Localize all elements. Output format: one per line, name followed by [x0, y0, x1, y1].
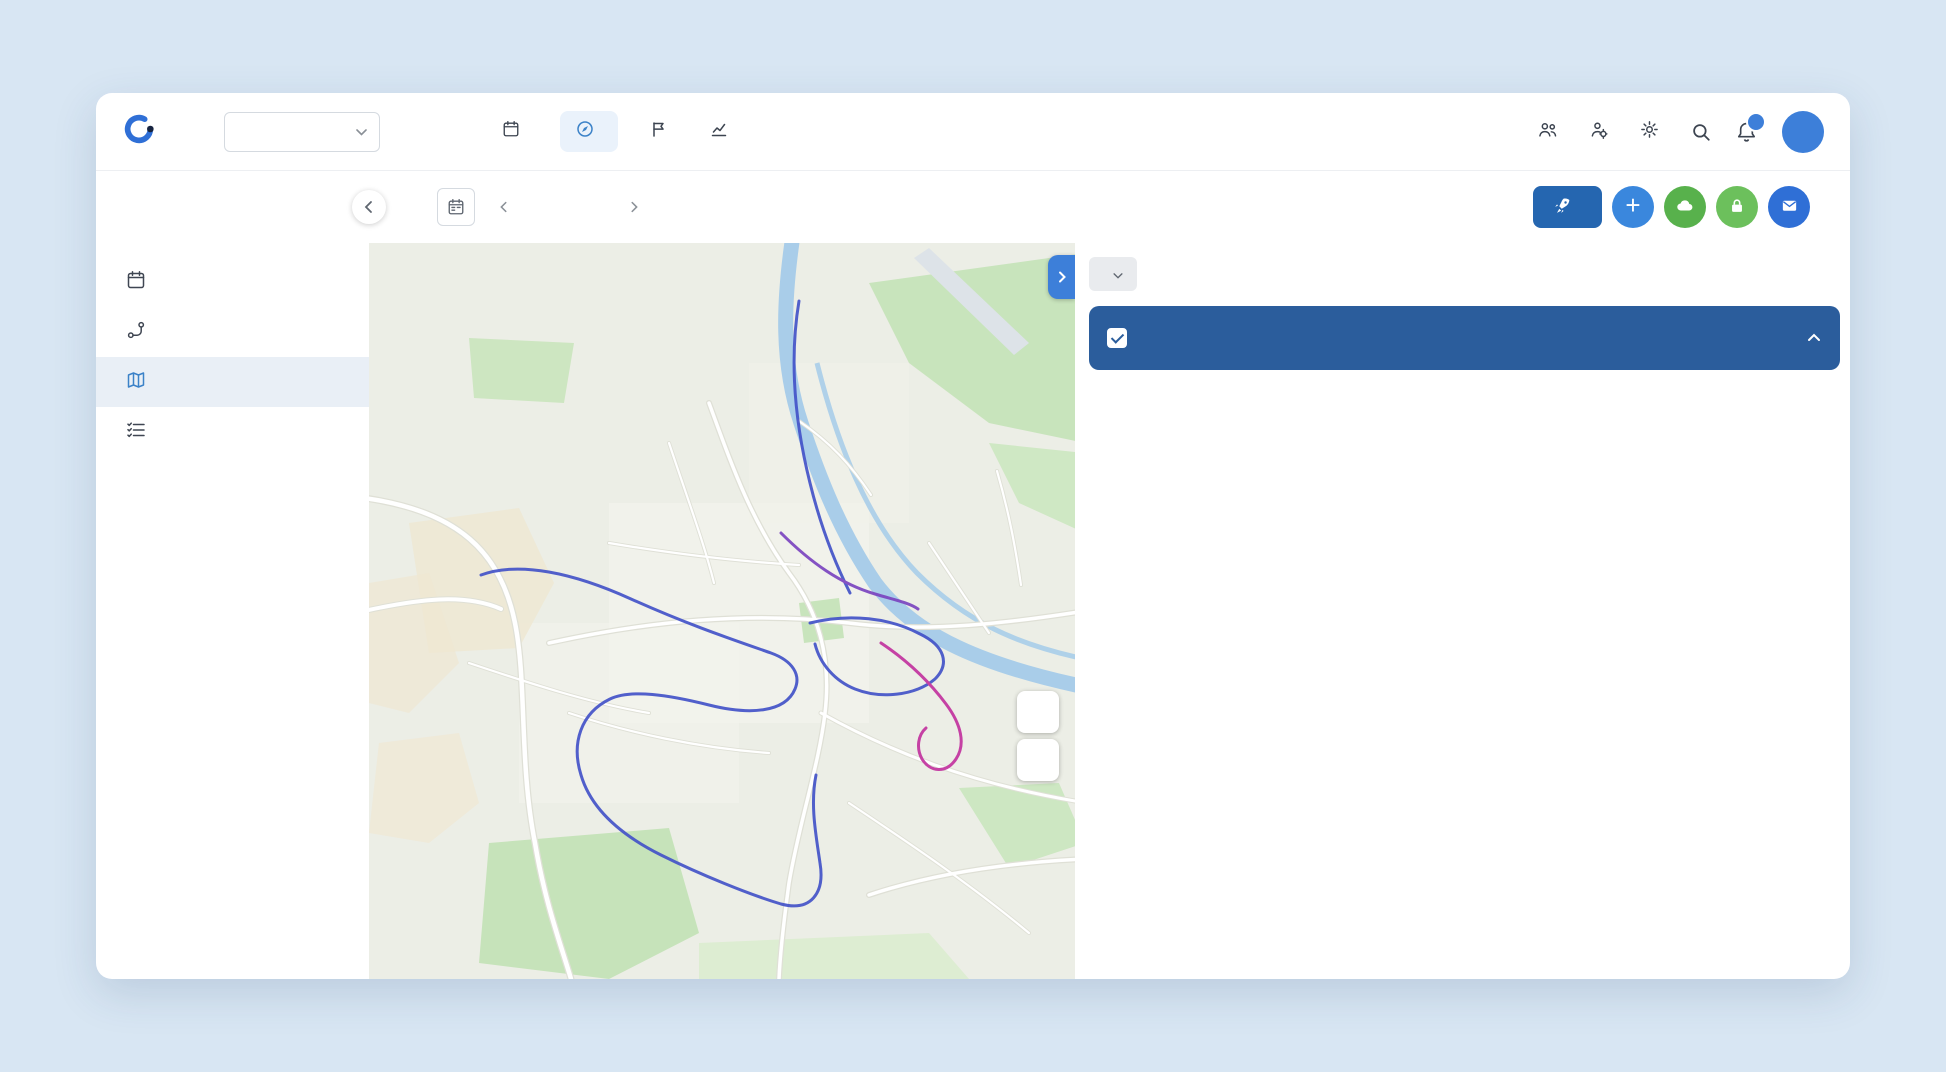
nav-right: [1538, 110, 1824, 153]
nav-item-analyze[interactable]: [708, 111, 738, 152]
filter-display-button[interactable]: [1089, 257, 1137, 291]
sidebar: [96, 171, 369, 979]
sidebar-item-map[interactable]: [96, 357, 369, 407]
gear-icon: [1640, 120, 1659, 144]
patients-icon: [1538, 120, 1557, 144]
app-window: +: [96, 93, 1850, 979]
zoom-out-button[interactable]: [1017, 739, 1059, 781]
main-nav: [500, 111, 738, 152]
flag-icon: [650, 120, 668, 143]
map[interactable]: [369, 243, 1075, 979]
app-logo[interactable]: [122, 112, 165, 151]
sidebar-item-routes[interactable]: [96, 307, 369, 357]
route-icon: [126, 320, 146, 345]
nav-item-patients[interactable]: [1538, 120, 1564, 144]
nav-item-organize[interactable]: [560, 111, 618, 152]
lock-icon: [1728, 197, 1746, 218]
search-button[interactable]: [1691, 122, 1711, 142]
toolbar: +: [352, 171, 1850, 243]
top-navigation: [96, 93, 1850, 171]
add-route-button[interactable]: +: [1612, 186, 1654, 228]
logo-icon: [122, 112, 156, 151]
cloud-icon: [1675, 196, 1695, 219]
sidebar-item-list-of-deliveries[interactable]: [96, 407, 369, 457]
zoom-in-button[interactable]: [1017, 691, 1059, 733]
next-day-button[interactable]: [619, 192, 649, 222]
calendar-icon: [502, 120, 520, 143]
nav-item-settings[interactable]: [1640, 120, 1666, 144]
group-select-all-checkbox[interactable]: [1107, 328, 1127, 348]
reoptimize-routes-button[interactable]: [1533, 186, 1602, 228]
rocket-icon: [1553, 196, 1572, 219]
chart-icon: [710, 120, 728, 143]
agency-select[interactable]: [224, 111, 380, 152]
cloud-sync-button[interactable]: [1664, 186, 1706, 228]
group-header: [1089, 306, 1840, 370]
resources-icon: [1589, 120, 1608, 144]
date-picker-button[interactable]: [437, 188, 475, 226]
agency-group: [211, 111, 380, 152]
chevron-down-icon: [356, 123, 367, 140]
routes-panel: [1075, 243, 1850, 979]
map-markers-layer: [369, 243, 1075, 979]
nav-item-resources[interactable]: [1589, 120, 1615, 144]
previous-day-button[interactable]: [489, 192, 519, 222]
lock-button[interactable]: [1716, 186, 1758, 228]
notification-count-badge: [1746, 112, 1766, 132]
compass-icon: [576, 120, 594, 143]
nav-item-plan[interactable]: [500, 111, 530, 152]
sidebar-item-agenda[interactable]: [96, 257, 369, 307]
group-collapse-button[interactable]: [1806, 330, 1822, 346]
user-avatar[interactable]: [1782, 110, 1824, 153]
map-icon: [126, 370, 146, 395]
agenda-calendar-icon: [126, 270, 146, 295]
notifications-button[interactable]: [1736, 112, 1766, 142]
main-area: +: [352, 171, 1850, 979]
checklist-icon: [126, 420, 146, 445]
toolbar-actions: +: [1533, 186, 1810, 228]
nav-item-monitor[interactable]: [648, 111, 678, 152]
back-button[interactable]: [352, 190, 386, 224]
collapse-panel-button[interactable]: [1048, 255, 1075, 299]
envelope-icon: [1780, 196, 1799, 218]
email-button[interactable]: [1768, 186, 1810, 228]
chevron-down-icon: [1113, 267, 1123, 282]
